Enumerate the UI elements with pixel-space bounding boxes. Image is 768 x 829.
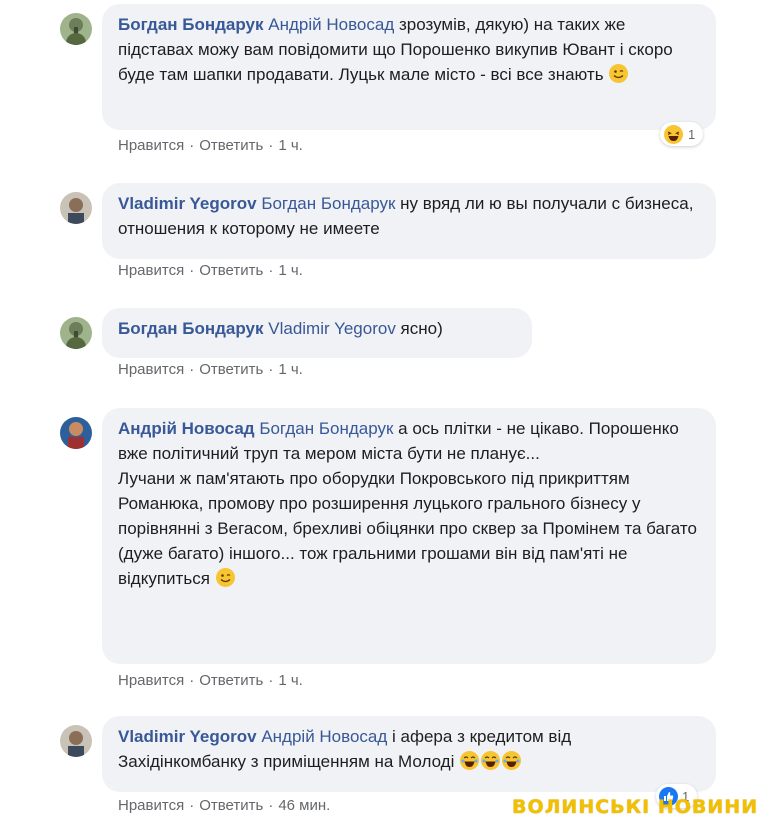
comment-bubble: Vladimir Yegorov Андрій Новосад і афера … — [102, 716, 716, 792]
comment-author[interactable]: Богдан Бондарук — [118, 319, 264, 338]
reply-button[interactable]: Ответить — [199, 797, 263, 814]
avatar[interactable] — [60, 192, 92, 224]
laugh-reaction-icon — [664, 124, 683, 144]
wink-emoji-icon — [609, 64, 629, 83]
reaction-count: 1 — [688, 126, 696, 142]
separator: · — [189, 672, 195, 689]
avatar[interactable] — [60, 725, 92, 757]
laughing-emoji-icon — [460, 751, 480, 770]
comment-author[interactable]: Богдан Бондарук — [118, 15, 264, 34]
like-button[interactable]: Нравится — [118, 672, 184, 689]
comment-actions: Нравится · Ответить · 1 ч. — [118, 137, 303, 154]
comment-author[interactable]: Vladimir Yegorov — [118, 727, 257, 746]
avatar[interactable] — [60, 13, 92, 45]
comment-mention[interactable]: Андрій Новосад — [268, 15, 394, 34]
comment-author[interactable]: Андрій Новосад — [118, 419, 255, 438]
separator: · — [189, 797, 195, 814]
watermark: ВОЛИНСЬКІ НОВИНИ — [512, 796, 759, 818]
reply-button[interactable]: Ответить — [199, 262, 263, 279]
reply-button[interactable]: Ответить — [199, 672, 263, 689]
timestamp[interactable]: 1 ч. — [278, 672, 303, 689]
separator: · — [189, 361, 195, 378]
laughing-emoji-icon — [502, 751, 522, 770]
comment-bubble: Богдан Бондарук Vladimir Yegorov ясно) — [102, 308, 532, 358]
comment-mention[interactable]: Богдан Бондарук — [259, 419, 393, 438]
comment-text: Лучани ж пам'ятають про оборудки Покровс… — [118, 469, 697, 588]
like-button[interactable]: Нравится — [118, 137, 184, 154]
separator: · — [268, 137, 274, 154]
timestamp[interactable]: 46 мин. — [278, 797, 330, 814]
like-button[interactable]: Нравится — [118, 262, 184, 279]
comment-author[interactable]: Vladimir Yegorov — [118, 194, 257, 213]
comment-actions: Нравится · Ответить · 46 мин. — [118, 797, 330, 814]
like-button[interactable]: Нравится — [118, 361, 184, 378]
separator: · — [268, 361, 274, 378]
separator: · — [268, 262, 274, 279]
timestamp[interactable]: 1 ч. — [278, 137, 303, 154]
comment-bubble: Богдан Бондарук Андрій Новосад зрозумів,… — [102, 4, 716, 130]
laughing-emoji-icon — [481, 751, 501, 770]
like-button[interactable]: Нравится — [118, 797, 184, 814]
timestamp[interactable]: 1 ч. — [278, 262, 303, 279]
comment-mention[interactable]: Богдан Бондарук — [261, 194, 395, 213]
comment-actions: Нравится · Ответить · 1 ч. — [118, 361, 303, 378]
comment-actions: Нравится · Ответить · 1 ч. — [118, 672, 303, 689]
reaction-badge[interactable]: 1 — [660, 122, 704, 146]
reply-button[interactable]: Ответить — [199, 137, 263, 154]
comment-bubble: Vladimir Yegorov Богдан Бондарук ну вряд… — [102, 183, 716, 259]
separator: · — [268, 672, 274, 689]
comment-mention[interactable]: Андрій Новосад — [261, 727, 387, 746]
reply-button[interactable]: Ответить — [199, 361, 263, 378]
comment-actions: Нравится · Ответить · 1 ч. — [118, 262, 303, 279]
separator: · — [189, 137, 195, 154]
avatar[interactable] — [60, 417, 92, 449]
avatar[interactable] — [60, 317, 92, 349]
wink-emoji-icon — [215, 568, 235, 587]
comment-bubble: Андрій Новосад Богдан Бондарук а ось плі… — [102, 408, 716, 664]
separator: · — [189, 262, 195, 279]
comment-mention[interactable]: Vladimir Yegorov — [268, 319, 396, 338]
timestamp[interactable]: 1 ч. — [278, 361, 303, 378]
separator: · — [268, 797, 274, 814]
comment-text: ясно) — [395, 319, 443, 338]
